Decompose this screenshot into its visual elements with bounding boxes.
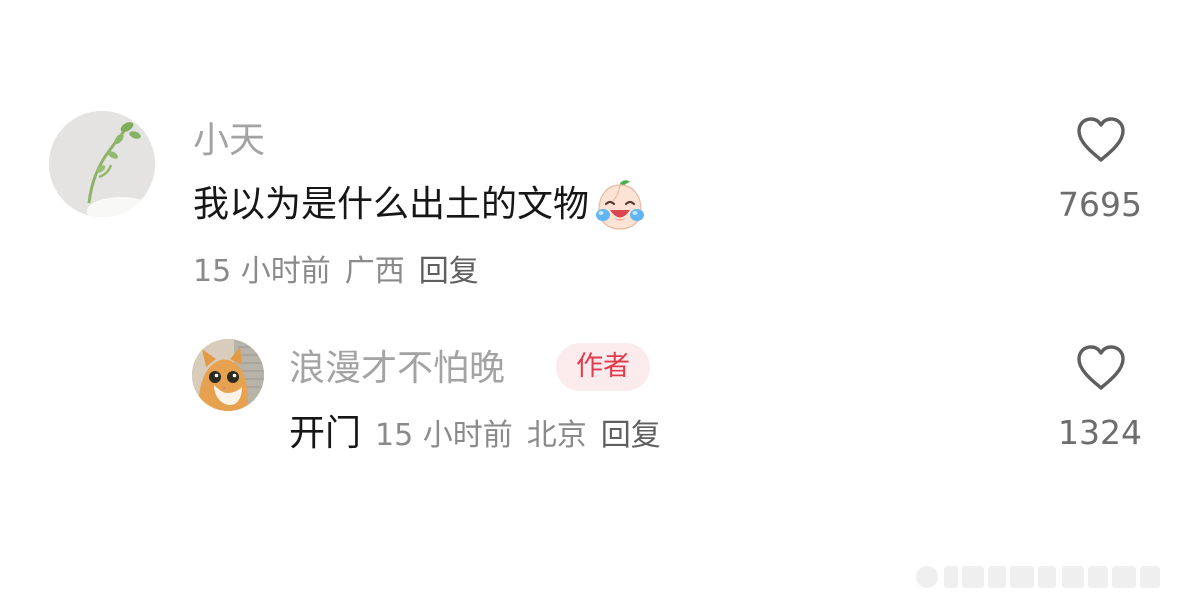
laughing-crying-peach-emoji-icon <box>596 180 645 230</box>
reply-time: 15 小时前 <box>375 418 513 453</box>
commenter-username[interactable]: 小天 <box>193 118 265 164</box>
cat-avatar-image <box>192 339 264 411</box>
comment-meta: 15 小时前 广西 回复 <box>193 252 479 292</box>
heart-outline-icon <box>1077 345 1125 390</box>
heart-outline-icon <box>1077 117 1125 162</box>
comment-text-row: 我以为是什么出土的文物 <box>193 179 647 231</box>
comment-time: 15 小时前 <box>193 254 331 289</box>
reply-reply-button[interactable]: 回复 <box>601 416 661 456</box>
commenter-avatar[interactable] <box>49 111 155 217</box>
reply-author-avatar[interactable] <box>192 339 264 411</box>
reply-like-button[interactable] <box>1059 344 1143 392</box>
comment-reply-button[interactable]: 回复 <box>419 252 479 292</box>
comment-text: 我以为是什么出土的文物 <box>193 184 590 225</box>
comment-like-count: 7695 <box>1058 185 1142 224</box>
reply-location: 北京 <box>526 418 587 453</box>
reply-like-count: 1324 <box>1058 413 1142 452</box>
author-badge: 作者 <box>556 343 650 391</box>
reply-author-username[interactable]: 浪漫才不怕晚 <box>289 346 505 392</box>
reply-row: 开门 15 小时前 北京 回复 <box>289 411 661 457</box>
reply-meta: 15 小时前 北京 回复 <box>375 416 661 456</box>
reply-text: 开门 <box>289 413 362 454</box>
plant-sprout-avatar-image <box>49 111 155 217</box>
comment-like-button[interactable] <box>1059 116 1143 164</box>
watermark-logo <box>916 566 1160 588</box>
comment-location: 广西 <box>344 254 405 289</box>
